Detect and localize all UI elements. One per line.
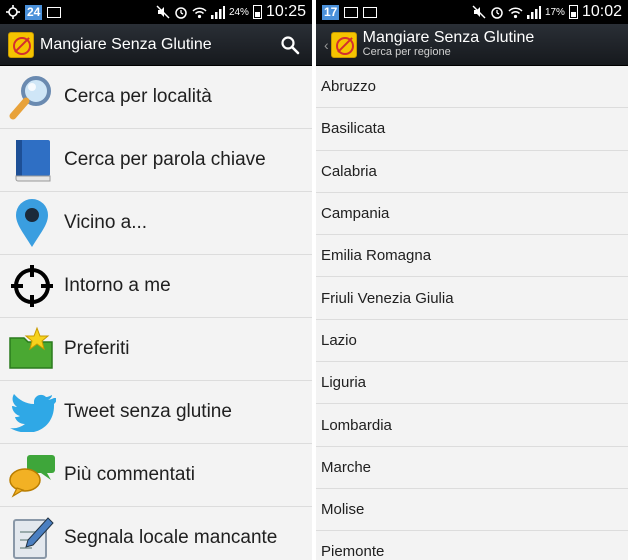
gallery-icon	[47, 6, 62, 18]
region-item[interactable]: Abruzzo	[316, 66, 628, 109]
region-item[interactable]: Basilicata	[316, 108, 628, 151]
search-icon	[281, 35, 300, 54]
app-logo-icon[interactable]	[8, 31, 34, 58]
menu-label: Preferiti	[64, 338, 130, 359]
magnifier-icon	[4, 72, 60, 122]
menu-item-tweet[interactable]: Tweet senza glutine	[0, 381, 312, 444]
menu-label: Più commentati	[64, 464, 195, 485]
region-item[interactable]: Lombardia	[316, 404, 628, 447]
alarm-icon	[491, 7, 503, 19]
menu-item-intorno-a-me[interactable]: Intorno a me	[0, 255, 312, 318]
search-button[interactable]	[276, 31, 304, 59]
region-item[interactable]: Friuli Venezia Giulia	[316, 277, 628, 320]
page-subtitle: Cerca per regione	[362, 46, 451, 59]
menu-label: Segnala locale mancante	[64, 527, 278, 548]
region-item[interactable]: Emilia Romagna	[316, 235, 628, 278]
region-item[interactable]: Lazio	[316, 320, 628, 363]
battery-percent: 17%	[544, 6, 565, 18]
back-chevron-icon[interactable]: ‹	[324, 37, 329, 53]
image-icon	[363, 6, 378, 18]
battery-icon	[568, 5, 578, 19]
alarm-icon	[175, 7, 187, 19]
sync-icon	[6, 5, 20, 19]
app-title: Mangiare Senza Glutine	[362, 29, 535, 47]
app-logo-icon[interactable]	[330, 31, 357, 58]
calendar-badge: 24	[25, 4, 43, 20]
report-edit-icon	[4, 513, 60, 560]
gallery-icon	[344, 6, 359, 18]
wifi-icon	[192, 6, 207, 18]
battery-percent: 24%	[228, 6, 249, 18]
status-bar: 24 24% 10:25	[0, 0, 312, 24]
menu-item-vicino-a[interactable]: Vicino a...	[0, 192, 312, 255]
main-menu: Cerca per località Cerca per parola chia…	[0, 66, 312, 560]
menu-label: Cerca per località	[64, 86, 212, 107]
calendar-badge: 17	[322, 4, 340, 20]
region-list: Abruzzo Basilicata Calabria Campania Emi…	[316, 66, 628, 560]
status-bar: 17 17% 10:02	[316, 0, 628, 24]
menu-label: Cerca per parola chiave	[64, 149, 266, 170]
battery-icon	[252, 5, 262, 19]
wifi-icon	[508, 6, 523, 18]
menu-label: Intorno a me	[64, 275, 171, 296]
region-item[interactable]: Piemonte	[316, 531, 628, 560]
twitter-bird-icon	[4, 387, 60, 437]
comments-icon	[4, 450, 60, 500]
menu-label: Tweet senza glutine	[64, 401, 232, 422]
signal-icon	[210, 5, 225, 19]
clock: 10:25	[265, 3, 306, 20]
menu-item-cerca-parola-chiave[interactable]: Cerca per parola chiave	[0, 129, 312, 192]
menu-item-piu-commentati[interactable]: Più commentati	[0, 444, 312, 507]
region-item[interactable]: Campania	[316, 193, 628, 236]
left-screen: 24 24% 10:25 Mangiare Senza Glutine Cerc…	[0, 0, 312, 560]
region-item[interactable]: Liguria	[316, 362, 628, 405]
region-item[interactable]: Molise	[316, 489, 628, 532]
clock: 10:02	[581, 3, 622, 20]
mute-icon	[472, 5, 486, 19]
book-icon	[4, 135, 60, 185]
favorites-folder-icon	[4, 324, 60, 374]
mute-icon	[156, 5, 170, 19]
signal-icon	[526, 5, 541, 19]
action-bar: ‹ Mangiare Senza Glutine Cerca per regio…	[316, 24, 628, 66]
right-screen: 17 17% 10:02 ‹ Mangiare Senza Glutine Ce…	[316, 0, 628, 560]
region-item[interactable]: Marche	[316, 447, 628, 489]
action-bar: Mangiare Senza Glutine	[0, 24, 312, 66]
app-title: Mangiare Senza Glutine	[40, 35, 212, 53]
region-item[interactable]: Calabria	[316, 151, 628, 193]
map-pin-icon	[4, 198, 60, 248]
menu-label: Vicino a...	[64, 212, 148, 233]
menu-item-cerca-localita[interactable]: Cerca per località	[0, 66, 312, 129]
menu-item-preferiti[interactable]: Preferiti	[0, 318, 312, 381]
crosshair-icon	[4, 261, 60, 311]
menu-item-segnala-locale[interactable]: Segnala locale mancante	[0, 507, 312, 560]
